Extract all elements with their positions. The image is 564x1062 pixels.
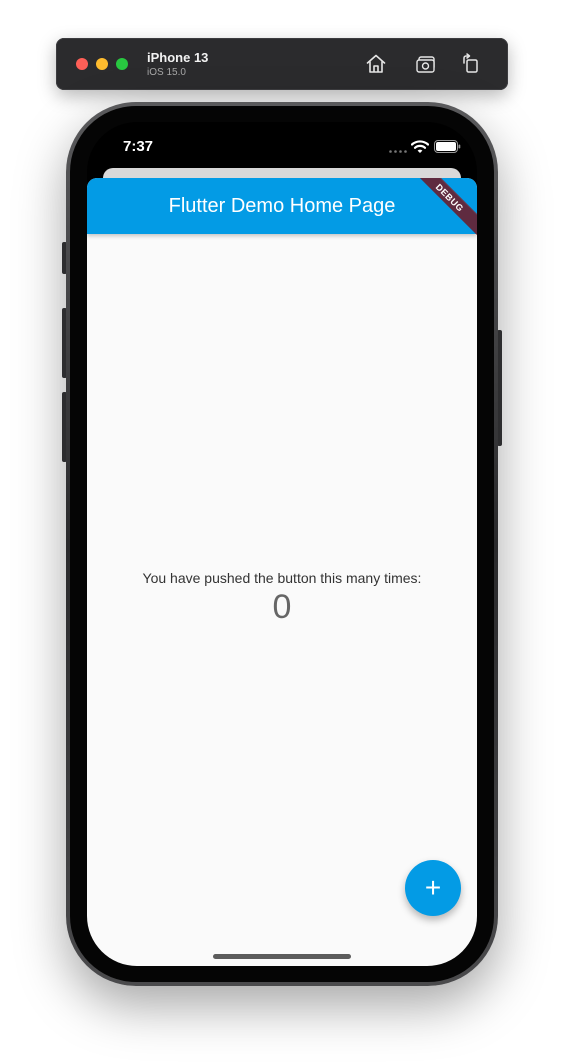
phone-screen: 7:37 Flutter Demo Home Page DEBUG You ha… [87, 122, 477, 966]
device-os-version: iOS 15.0 [147, 67, 186, 78]
counter-label: You have pushed the button this many tim… [142, 570, 422, 586]
window-minimize-button[interactable] [96, 58, 108, 70]
home-button[interactable] [364, 52, 388, 76]
increment-button[interactable]: + [405, 860, 461, 916]
status-time: 7:37 [123, 138, 154, 155]
window-maximize-button[interactable] [116, 58, 128, 70]
app-bar: Flutter Demo Home Page DEBUG [87, 178, 477, 242]
page-title: Flutter Demo Home Page [168, 195, 396, 217]
rotate-button[interactable] [459, 52, 483, 76]
battery-icon [434, 140, 461, 153]
camera-icon [416, 56, 435, 73]
counter-value: 0 [272, 588, 292, 626]
home-indicator[interactable] [213, 954, 351, 959]
home-icon [366, 54, 386, 73]
device-name: iPhone 13 [147, 50, 209, 65]
window-close-button[interactable] [76, 58, 88, 70]
plus-icon: + [424, 872, 442, 903]
app-sheet: Flutter Demo Home Page DEBUG You have pu… [87, 178, 477, 966]
screenshot-button[interactable] [414, 52, 438, 76]
simulator-toolbar: iPhone 13 iOS 15.0 [56, 38, 508, 90]
stage: iPhone 13 iOS 15.0 7:37 Flutter Demo Hom… [0, 0, 564, 1062]
rotate-icon [463, 53, 478, 73]
wifi-icon [411, 140, 429, 153]
signal-dots-icon [389, 150, 407, 153]
